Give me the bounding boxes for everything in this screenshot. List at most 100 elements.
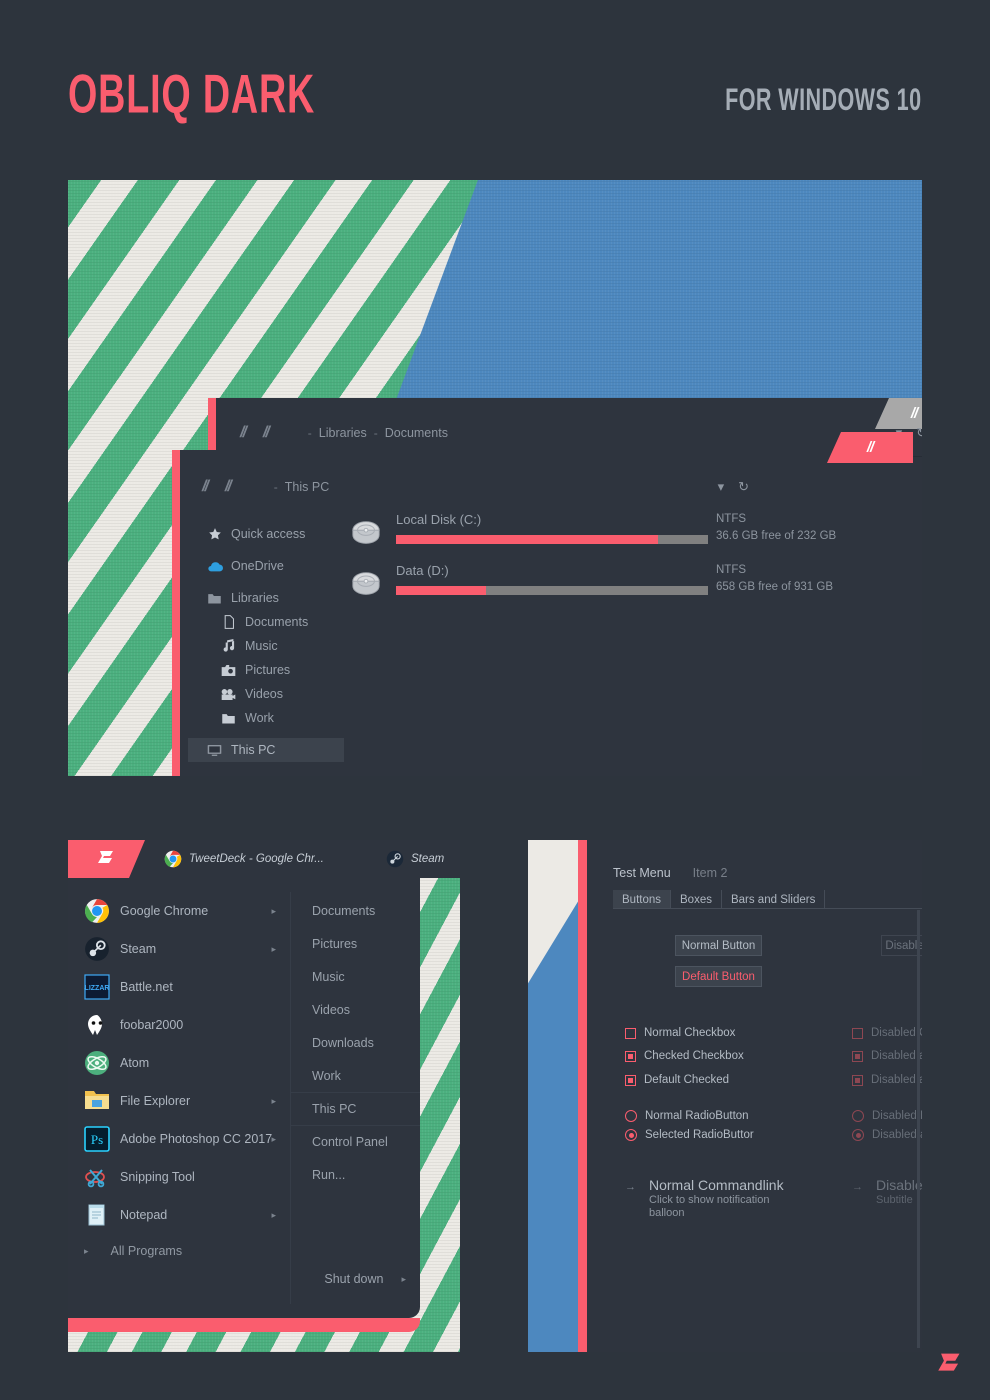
radio-label: Disabled RadioButton (872, 1110, 922, 1122)
menu-item-test-menu[interactable]: Test Menu (613, 866, 671, 886)
place-item-downloads[interactable]: Downloads (290, 1026, 420, 1059)
start-menu-accent-bar (68, 1318, 420, 1332)
document-icon (220, 614, 237, 630)
chrome-icon (164, 850, 182, 868)
tab-bars-and-sliders[interactable]: Bars and Sliders (722, 890, 826, 909)
drive-usage-bar (396, 586, 708, 595)
commandlink-title: Normal Commandlink (649, 1177, 784, 1193)
start-item-snipping-tool[interactable]: Snipping Tool (68, 1158, 290, 1196)
place-label: Work (312, 1068, 341, 1083)
taskbar-item-chrome[interactable]: TweetDeck - Google Chr... (164, 840, 324, 878)
sidebar-item-videos[interactable]: Videos (188, 682, 344, 706)
place-item-documents[interactable]: Documents (290, 894, 420, 927)
sidebar-item-this-pc[interactable]: This PC (188, 738, 344, 762)
drive-name: Data (D:) (396, 563, 449, 578)
start-item-steam[interactable]: Steam ▸ (68, 930, 290, 968)
start-item-label: Google Chrome (120, 904, 209, 918)
checkbox-label: Disabled Checkbox (871, 1027, 922, 1039)
checkbox-normal[interactable]: Normal Checkbox (625, 1027, 735, 1039)
star-icon (206, 526, 223, 542)
checkbox-box (625, 1050, 636, 1062)
tab-boxes[interactable]: Boxes (671, 890, 722, 909)
start-item-foobar2000[interactable]: foobar2000 (68, 1006, 290, 1044)
folder-icon (206, 590, 223, 606)
start-item-all-programs[interactable]: ▸ All Programs (68, 1234, 290, 1268)
place-label: Pictures (312, 936, 358, 951)
start-item-battle-net[interactable]: BLIZZARD Battle.net (68, 968, 290, 1006)
nav-forward-icon[interactable]: // (225, 478, 232, 496)
tab-buttons[interactable]: Buttons (613, 890, 671, 909)
start-item-notepad[interactable]: Notepad ▸ (68, 1196, 290, 1234)
place-item-music[interactable]: Music (290, 960, 420, 993)
shutdown-label: Shut down (324, 1272, 384, 1286)
place-item-run[interactable]: Run... (290, 1158, 420, 1191)
radio-selected[interactable]: Selected RadioButtor (625, 1129, 754, 1141)
music-icon (220, 638, 237, 654)
radio-normal[interactable]: Normal RadioButton (625, 1110, 749, 1122)
nav-back-icon[interactable]: // (240, 424, 247, 442)
breadcrumb-lead: - (307, 426, 312, 440)
breadcrumb-lead: - (273, 480, 278, 494)
start-item-google-chrome[interactable]: Google Chrome ▸ (68, 892, 290, 930)
place-item-pictures[interactable]: Pictures (290, 927, 420, 960)
normal-button[interactable]: Normal Button (675, 935, 762, 956)
sidebar-item-label: Libraries (231, 591, 279, 605)
taskbar-item-steam[interactable]: Steam (386, 840, 444, 878)
sidebar-item-quick-access[interactable]: Quick access (188, 522, 344, 546)
atom-icon (84, 1050, 110, 1076)
explorer-window-this-pc[interactable]: // // // - This PC ▾ ↻ Quick access OneD… (172, 432, 913, 776)
commandlink-title: Disabled Commandlink (876, 1177, 922, 1193)
refresh-icon[interactable]: ↻ (738, 479, 749, 495)
start-menu-places: Documents Pictures Music Videos Download… (290, 878, 420, 1318)
breadcrumb-item[interactable]: This PC (285, 480, 329, 494)
breadcrumb[interactable]: - This PC (274, 480, 329, 494)
place-item-videos[interactable]: Videos (290, 993, 420, 1026)
commandlink-normal[interactable]: → Normal Commandlink Click to show notif… (625, 1177, 799, 1220)
start-button[interactable] (68, 840, 145, 878)
start-item-atom[interactable]: Atom (68, 1044, 290, 1082)
place-item-this-pc[interactable]: This PC (290, 1092, 420, 1125)
sidebar-item-documents[interactable]: Documents (188, 610, 344, 634)
drive-row[interactable]: Local Disk (C:) NTFS 36.6 GB free of 232… (350, 512, 899, 558)
steam-icon (84, 936, 110, 962)
shutdown-button[interactable]: Shut down ▸ (290, 1264, 420, 1294)
explorer-sidebar: Quick access OneDrive Libraries Document… (188, 522, 344, 776)
menu-item-item-2[interactable]: Item 2 (693, 866, 728, 886)
sidebar-item-onedrive[interactable]: OneDrive (188, 554, 344, 578)
nav-back-icon[interactable]: // (202, 478, 209, 496)
brand-logo-icon (938, 1353, 960, 1371)
tab-label: Buttons (622, 893, 661, 906)
drive-free-space: 658 GB free of 931 GB (716, 581, 833, 593)
vertical-scrollbar[interactable] (917, 910, 920, 1348)
checkbox-box (625, 1074, 636, 1086)
start-item-label: Battle.net (120, 980, 173, 994)
window-accent-bar (578, 840, 587, 1352)
chevron-down-icon[interactable]: ▾ (718, 479, 725, 495)
place-item-work[interactable]: Work (290, 1059, 420, 1092)
window-caption-tab-active[interactable]: // (827, 432, 913, 463)
start-item-label: Adobe Photoshop CC 2017 (120, 1132, 273, 1146)
sidebar-item-network[interactable]: Network (188, 770, 344, 776)
refresh-icon[interactable]: ↻ (916, 425, 922, 441)
default-button[interactable]: Default Button (675, 966, 762, 987)
start-item-label: Snipping Tool (120, 1170, 195, 1184)
sidebar-item-pictures[interactable]: Pictures (188, 658, 344, 682)
start-item-file-explorer[interactable]: File Explorer ▸ (68, 1082, 290, 1120)
checkbox-disabled-default: Disabled and Default (852, 1074, 922, 1086)
sidebar-item-libraries[interactable]: Libraries (188, 586, 344, 610)
nav-forward-icon[interactable]: // (263, 424, 270, 442)
drive-row[interactable]: Data (D:) NTFS 658 GB free of 931 GB (350, 563, 899, 609)
checkbox-checked[interactable]: Checked Checkbox (625, 1050, 744, 1062)
chevron-right-icon: ▸ (271, 1095, 276, 1106)
place-label: Downloads (312, 1035, 374, 1050)
breadcrumb[interactable]: - Libraries - Documents (308, 426, 448, 440)
start-item-adobe-photoshop[interactable]: Ps Adobe Photoshop CC 2017 ▸ (68, 1120, 290, 1158)
sidebar-item-music[interactable]: Music (188, 634, 344, 658)
place-item-control-panel[interactable]: Control Panel (290, 1125, 420, 1158)
checkbox-label: Checked Checkbox (644, 1050, 744, 1062)
sidebar-item-work[interactable]: Work (188, 706, 344, 730)
tab-label: Bars and Sliders (730, 893, 816, 906)
breadcrumb-item[interactable]: Libraries (319, 426, 367, 440)
breadcrumb-item[interactable]: Documents (385, 426, 448, 440)
checkbox-default-checked[interactable]: Default Checked (625, 1074, 729, 1086)
